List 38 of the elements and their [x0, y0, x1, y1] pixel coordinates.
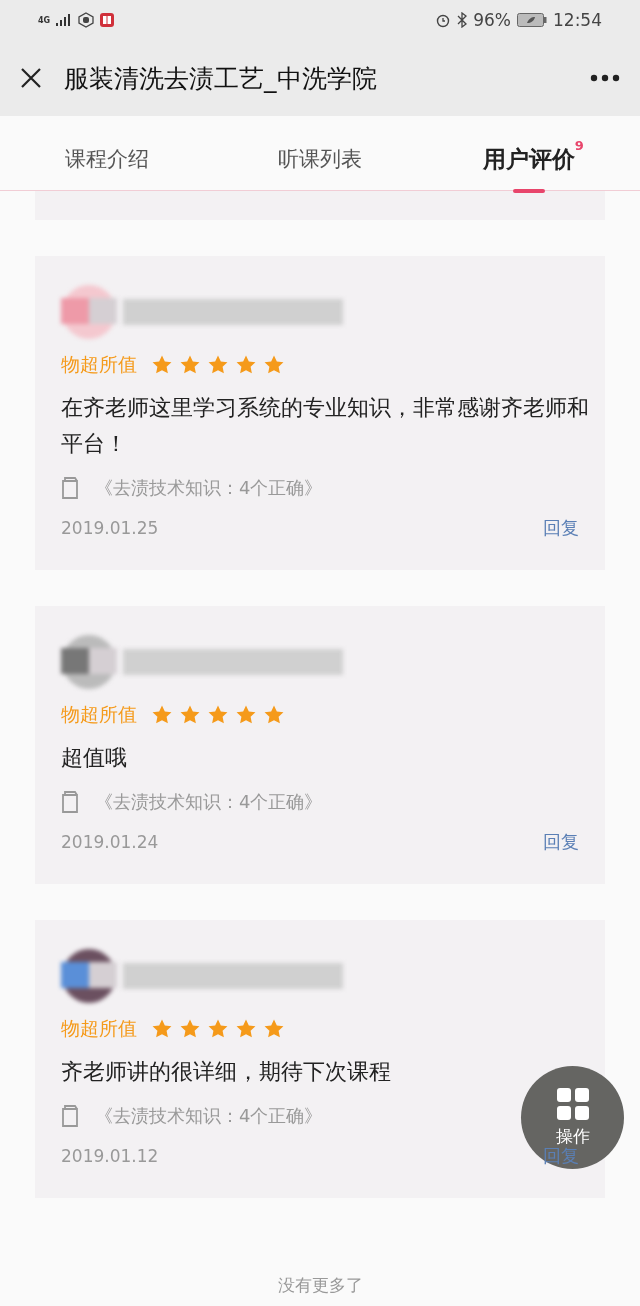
bluetooth-icon — [457, 12, 468, 28]
end-of-list-text: 没有更多了 — [277, 1274, 363, 1297]
course-link[interactable]: 《去渍技术知识：4个正确》 — [95, 1104, 323, 1128]
close-button[interactable] — [20, 67, 42, 89]
review-count: 9 — [574, 138, 584, 153]
tab[interactable]: 用户评价 — [482, 127, 575, 193]
avatar — [61, 948, 117, 1004]
review-text: 在齐老师这里学习系统的专业知识，非常感谢齐老师和平台！ — [61, 394, 590, 458]
rating-label: 物超所值 — [61, 352, 137, 377]
battery-percent: 96% — [473, 10, 511, 30]
signal-icon — [56, 14, 73, 26]
reply-link[interactable]: 回复 — [543, 830, 579, 854]
alarm-icon — [435, 12, 452, 28]
tab[interactable]: 课程介绍 — [64, 129, 149, 191]
reply-link[interactable]: 回复 — [543, 516, 579, 540]
network-label: 4G — [38, 15, 51, 25]
battery-icon — [517, 13, 547, 27]
course-link[interactable]: 《去渍技术知识：4个正确》 — [95, 476, 323, 500]
avatar — [61, 284, 117, 340]
rating-label: 物超所值 — [61, 1016, 137, 1041]
avatar — [61, 634, 117, 690]
review-date: 2019.01.12 — [61, 1146, 159, 1166]
rating-label: 物超所值 — [61, 702, 137, 727]
more-options-button[interactable] — [590, 74, 620, 82]
page-title: 服装清洗去渍工艺_中洗学院 — [64, 62, 378, 95]
review-date: 2019.01.25 — [61, 518, 159, 538]
document-icon — [61, 790, 81, 814]
book-app-icon — [100, 13, 115, 27]
course-link[interactable]: 《去渍技术知识：4个正确》 — [95, 790, 323, 814]
review-text: 齐老师讲的很详细，期待下次课程 — [61, 1058, 392, 1086]
document-icon — [61, 476, 81, 500]
tab[interactable]: 听课列表 — [278, 129, 362, 191]
review-date: 2019.01.24 — [61, 832, 159, 852]
clock-time: 12:54 — [553, 10, 602, 30]
hand-icon — [78, 12, 95, 28]
review-text: 超值哦 — [61, 744, 128, 772]
grid-icon — [555, 1087, 590, 1121]
document-icon — [61, 1104, 81, 1128]
